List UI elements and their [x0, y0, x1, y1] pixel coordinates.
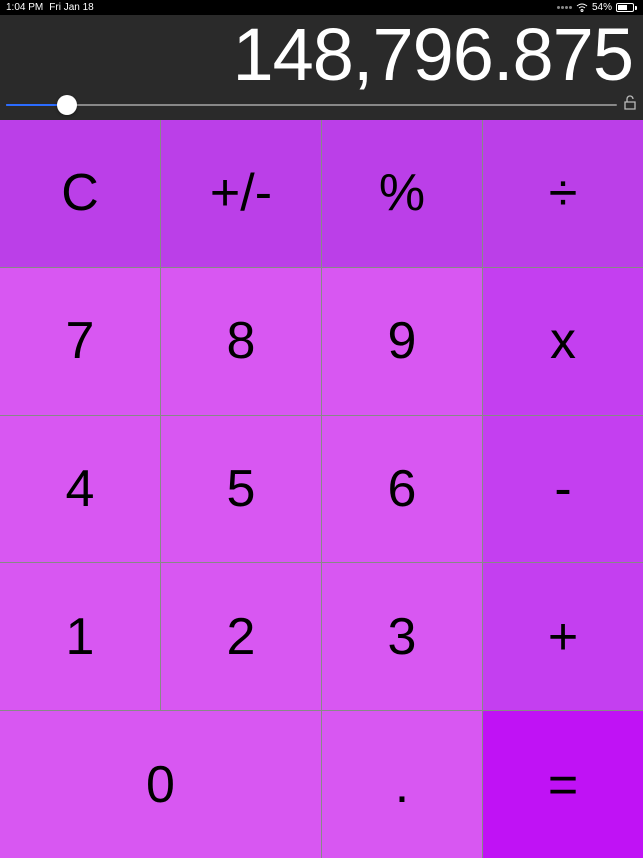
unlock-icon[interactable] [623, 95, 637, 116]
nine-button[interactable]: 9 [322, 268, 482, 415]
wifi-icon [576, 3, 588, 12]
status-time: 1:04 PM [6, 2, 43, 13]
cellular-signal-icon [557, 6, 572, 9]
four-button[interactable]: 4 [0, 416, 160, 563]
battery-percent: 54% [592, 2, 612, 13]
three-button[interactable]: 3 [322, 563, 482, 710]
calculator-display: 148,796.875 [0, 15, 643, 120]
two-button[interactable]: 2 [161, 563, 321, 710]
seven-button[interactable]: 7 [0, 268, 160, 415]
five-button[interactable]: 5 [161, 416, 321, 563]
keypad: C +/- % ÷ 7 8 9 x 4 5 6 - 1 2 3 + 0 . = [0, 120, 643, 858]
divide-button[interactable]: ÷ [483, 120, 643, 267]
six-button[interactable]: 6 [322, 416, 482, 563]
minus-button[interactable]: - [483, 416, 643, 563]
battery-icon [616, 3, 637, 12]
equals-button[interactable]: = [483, 711, 643, 858]
sign-button[interactable]: +/- [161, 120, 321, 267]
eight-button[interactable]: 8 [161, 268, 321, 415]
zero-button[interactable]: 0 [0, 711, 321, 858]
percent-button[interactable]: % [322, 120, 482, 267]
decimal-button[interactable]: . [322, 711, 482, 858]
one-button[interactable]: 1 [0, 563, 160, 710]
plus-button[interactable]: + [483, 563, 643, 710]
display-value: 148,796.875 [0, 15, 643, 94]
clear-button[interactable]: C [0, 120, 160, 267]
multiply-button[interactable]: x [483, 268, 643, 415]
status-date: Fri Jan 18 [49, 2, 93, 13]
display-size-slider[interactable] [6, 104, 617, 106]
